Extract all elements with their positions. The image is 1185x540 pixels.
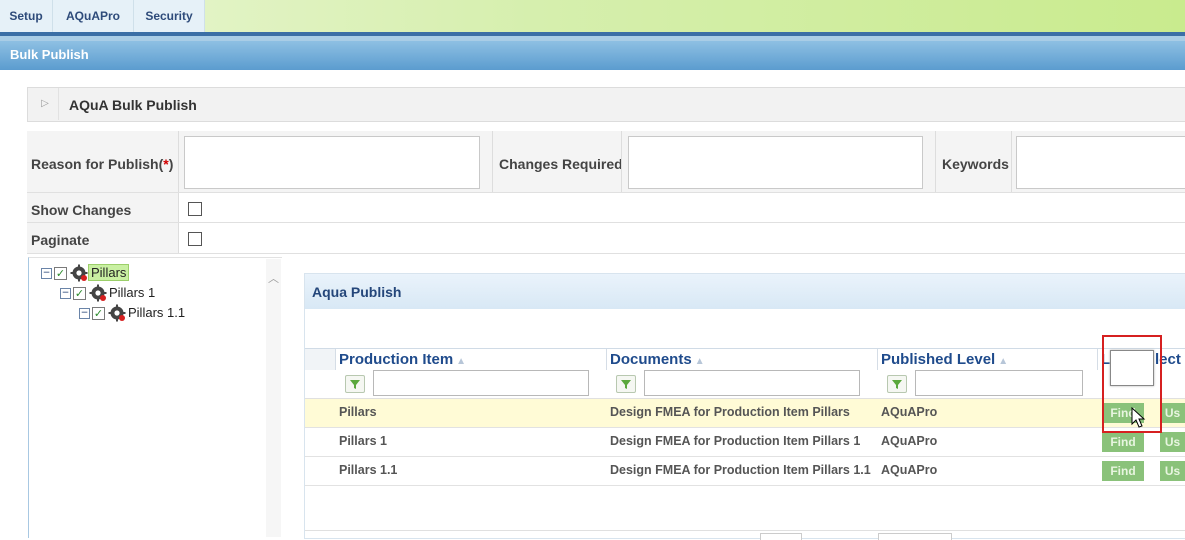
production-item-cell: Pillars 1 (339, 434, 387, 448)
sort-icon[interactable]: ▲ (695, 356, 705, 367)
paginate-checkbox[interactable] (188, 232, 202, 246)
table-row[interactable]: Pillars 1 Design FMEA for Production Ite… (305, 428, 1185, 457)
show-changes-checkbox[interactable] (188, 202, 202, 216)
aqua-publish-header (305, 274, 1185, 309)
use-button[interactable]: Us (1160, 432, 1185, 452)
menu-item-aquapro[interactable]: AQuAPro (53, 0, 134, 32)
menu-item-security[interactable]: Security (134, 0, 205, 32)
field-divider (178, 131, 179, 192)
panel-title: AQuA Bulk Publish (69, 97, 197, 113)
collapse-icon[interactable]: − (41, 268, 52, 279)
tree-scrollbar[interactable] (266, 259, 281, 537)
sort-icon[interactable]: ▲ (456, 356, 466, 367)
tree-node-label[interactable]: Pillars 1 (109, 285, 155, 300)
gear-icon (108, 304, 126, 322)
page-title: Bulk Publish (10, 47, 89, 62)
gear-icon (89, 284, 107, 302)
production-item-cell: Pillars 1.1 (339, 463, 398, 477)
menu-item-setup[interactable]: Setup (0, 0, 53, 32)
field-divider (935, 131, 936, 192)
column-header-production-item[interactable]: Production Item ▲ (339, 351, 466, 368)
filter-icon[interactable] (887, 375, 907, 393)
documents-filter-input[interactable] (644, 370, 860, 396)
column-header-documents[interactable]: Documents ▲ (610, 351, 705, 368)
changes-required-label: Changes Required (499, 156, 623, 172)
tree-checkbox[interactable]: ✓ (54, 267, 67, 280)
sort-icon[interactable]: ▲ (998, 356, 1008, 367)
tree-node-label[interactable]: Pillars (88, 264, 130, 281)
tree-checkbox[interactable]: ✓ (92, 307, 105, 320)
paginate-label: Paginate (31, 232, 90, 248)
gear-icon (70, 264, 88, 282)
tree-node-label[interactable]: Pillars 1.1 (128, 305, 185, 320)
table-row[interactable]: Pillars 1.1 Design FMEA for Production I… (305, 457, 1185, 486)
paginate-cell (179, 223, 1185, 253)
published-level-filter-input[interactable] (915, 370, 1083, 396)
published-level-cell: AQuAPro (881, 434, 938, 448)
document-cell: Design FMEA for Production Item Pillars (610, 405, 850, 419)
field-divider (1011, 131, 1012, 192)
changes-required-input[interactable] (628, 136, 923, 189)
aqua-publish-title: Aqua Publish (312, 284, 402, 300)
show-changes-cell (179, 193, 1185, 222)
document-cell: Design FMEA for Production Item Pillars … (610, 463, 871, 477)
production-item-filter-input[interactable] (373, 370, 589, 396)
published-level-cell: AQuAPro (881, 463, 938, 477)
keywords-input[interactable] (1016, 136, 1185, 189)
column-header-published-level[interactable]: Published Level ▲ (881, 351, 1008, 368)
reason-for-publish-label: Reason for Publish(*) (31, 156, 174, 172)
chevron-up-icon[interactable]: ︿ (266, 272, 281, 286)
grid-header-spacer (305, 349, 335, 370)
use-button[interactable]: Us (1160, 403, 1185, 423)
keywords-label: Keywords (942, 156, 1009, 172)
reason-for-publish-input[interactable] (184, 136, 480, 189)
show-changes-label: Show Changes (31, 202, 132, 218)
expand-icon[interactable]: ▷ (36, 95, 54, 113)
filter-icon[interactable] (345, 375, 365, 393)
panel-header (27, 87, 1185, 122)
field-divider (621, 131, 622, 192)
document-cell: Design FMEA for Production Item Pillars … (610, 434, 861, 448)
filter-icon[interactable] (616, 375, 636, 393)
published-level-cell: AQuAPro (881, 405, 938, 419)
collapse-icon[interactable]: − (60, 288, 71, 299)
collapse-icon[interactable]: − (79, 308, 90, 319)
tree-checkbox[interactable]: ✓ (73, 287, 86, 300)
find-button[interactable]: Find (1102, 461, 1144, 481)
field-divider (492, 131, 493, 192)
production-item-cell: Pillars (339, 405, 377, 419)
grid-footer-divider (305, 530, 1185, 531)
find-button[interactable]: Find (1102, 432, 1144, 452)
use-button[interactable]: Us (1160, 461, 1185, 481)
page-header-bar (0, 41, 1185, 70)
table-row[interactable]: Pillars Design FMEA for Production Item … (305, 399, 1185, 428)
mouse-cursor-icon (1131, 407, 1146, 428)
panel-header-divider (58, 88, 59, 120)
